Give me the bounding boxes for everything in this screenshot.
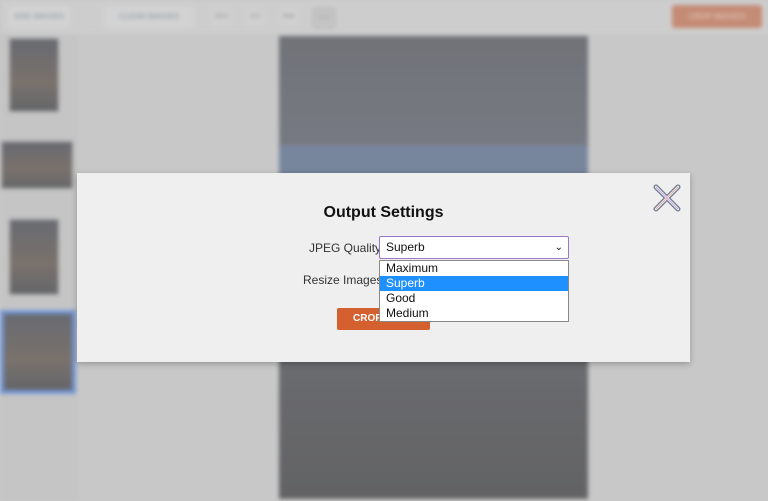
jpeg-quality-value: Superb: [386, 240, 425, 254]
output-settings-dialog: Output Settings JPEG Quality: Superb ⌄ R…: [77, 173, 690, 362]
option-medium[interactable]: Medium: [380, 306, 568, 321]
jpeg-quality-label: JPEG Quality:: [309, 241, 385, 255]
jpeg-quality-dropdown: Maximum Superb Good Medium: [379, 260, 569, 322]
jpeg-quality-select[interactable]: Superb ⌄: [379, 236, 569, 259]
option-superb[interactable]: Superb: [380, 276, 568, 291]
dialog-title: Output Settings: [323, 204, 444, 221]
resize-images-label: Resize Images:: [303, 273, 386, 287]
chevron-down-icon: ⌄: [554, 242, 563, 253]
option-good[interactable]: Good: [380, 291, 568, 306]
option-maximum[interactable]: Maximum: [380, 261, 568, 276]
close-icon[interactable]: [652, 183, 682, 213]
